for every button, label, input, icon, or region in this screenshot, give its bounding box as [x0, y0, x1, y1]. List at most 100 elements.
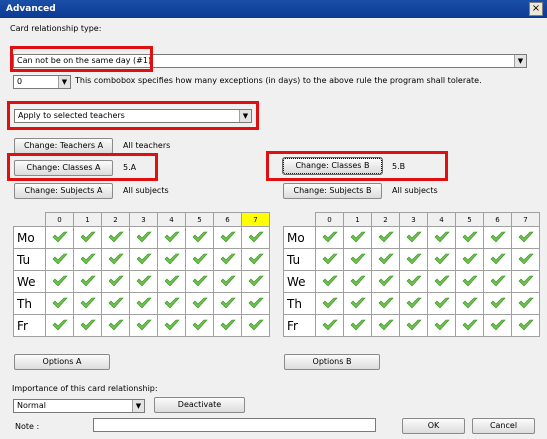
grid-cell[interactable] — [371, 226, 400, 249]
grid-cell[interactable] — [45, 248, 74, 271]
grid-cell[interactable] — [483, 248, 512, 271]
period-header[interactable]: 4 — [427, 212, 456, 227]
grid-cell[interactable] — [73, 292, 102, 315]
period-header[interactable]: 3 — [129, 212, 158, 227]
grid-cell[interactable] — [45, 270, 74, 293]
day-header[interactable]: Mo — [283, 226, 316, 249]
grid-cell[interactable] — [315, 226, 344, 249]
grid-cell[interactable] — [213, 248, 242, 271]
grid-cell[interactable] — [241, 270, 270, 293]
grid-cell[interactable] — [315, 292, 344, 315]
grid-cell[interactable] — [343, 226, 372, 249]
grid-cell[interactable] — [213, 292, 242, 315]
grid-cell[interactable] — [371, 292, 400, 315]
grid-cell[interactable] — [427, 314, 456, 337]
grid-cell[interactable] — [455, 248, 484, 271]
grid-cell[interactable] — [511, 314, 540, 337]
period-header[interactable]: 2 — [371, 212, 400, 227]
grid-cell[interactable] — [73, 270, 102, 293]
period-header[interactable]: 7 — [511, 212, 540, 227]
grid-cell[interactable] — [427, 248, 456, 271]
grid-cell[interactable] — [129, 248, 158, 271]
grid-cell[interactable] — [45, 314, 74, 337]
options-b-button[interactable]: Options B — [284, 354, 380, 370]
grid-cell[interactable] — [101, 292, 130, 315]
grid-cell[interactable] — [343, 292, 372, 315]
period-header[interactable]: 5 — [455, 212, 484, 227]
grid-cell[interactable] — [185, 226, 214, 249]
grid-cell[interactable] — [129, 292, 158, 315]
day-header[interactable]: Fr — [283, 314, 316, 337]
grid-cell[interactable] — [157, 314, 186, 337]
period-header[interactable]: 4 — [157, 212, 186, 227]
change-subjects-a-button[interactable]: Change: Subjects A — [14, 183, 113, 199]
grid-cell[interactable] — [241, 248, 270, 271]
grid-cell[interactable] — [511, 292, 540, 315]
change-subjects-b-button[interactable]: Change: Subjects B — [283, 183, 382, 199]
grid-cell[interactable] — [511, 248, 540, 271]
grid-cell[interactable] — [455, 292, 484, 315]
day-header[interactable]: Th — [13, 292, 46, 315]
grid-cell[interactable] — [157, 226, 186, 249]
grid-cell[interactable] — [511, 226, 540, 249]
period-header[interactable]: 3 — [399, 212, 428, 227]
note-input[interactable] — [93, 418, 376, 432]
ok-button[interactable]: OK — [402, 418, 465, 434]
grid-cell[interactable] — [371, 314, 400, 337]
grid-cell[interactable] — [185, 270, 214, 293]
grid-cell[interactable] — [399, 226, 428, 249]
grid-cell[interactable] — [483, 226, 512, 249]
grid-cell[interactable] — [399, 292, 428, 315]
options-a-button[interactable]: Options A — [14, 354, 110, 370]
grid-cell[interactable] — [343, 248, 372, 271]
grid-cell[interactable] — [343, 270, 372, 293]
grid-cell[interactable] — [315, 314, 344, 337]
grid-cell[interactable] — [101, 226, 130, 249]
grid-cell[interactable] — [483, 270, 512, 293]
grid-cell[interactable] — [185, 248, 214, 271]
period-header[interactable]: 2 — [101, 212, 130, 227]
grid-cell[interactable] — [157, 248, 186, 271]
grid-cell[interactable] — [185, 314, 214, 337]
period-header[interactable]: 6 — [213, 212, 242, 227]
grid-cell[interactable] — [399, 314, 428, 337]
grid-cell[interactable] — [315, 248, 344, 271]
grid-cell[interactable] — [427, 270, 456, 293]
grid-cell[interactable] — [45, 292, 74, 315]
grid-cell[interactable] — [399, 248, 428, 271]
grid-cell[interactable] — [455, 314, 484, 337]
grid-cell[interactable] — [73, 226, 102, 249]
day-header[interactable]: Th — [283, 292, 316, 315]
grid-cell[interactable] — [129, 314, 158, 337]
grid-cell[interactable] — [213, 226, 242, 249]
day-header[interactable]: We — [283, 270, 316, 293]
period-header[interactable]: 1 — [343, 212, 372, 227]
period-header[interactable]: 7 — [241, 212, 270, 227]
grid-cell[interactable] — [213, 270, 242, 293]
grid-cell[interactable] — [427, 226, 456, 249]
grid-cell[interactable] — [371, 248, 400, 271]
grid-cell[interactable] — [101, 270, 130, 293]
grid-cell[interactable] — [315, 270, 344, 293]
grid-cell[interactable] — [73, 248, 102, 271]
grid-cell[interactable] — [483, 314, 512, 337]
change-teachers-a-button[interactable]: Change: Teachers A — [14, 138, 113, 154]
grid-cell[interactable] — [101, 248, 130, 271]
grid-cell[interactable] — [241, 292, 270, 315]
grid-cell[interactable] — [241, 226, 270, 249]
grid-cell[interactable] — [157, 270, 186, 293]
exceptions-combobox[interactable]: 0 ▼ — [13, 75, 71, 89]
grid-cell[interactable] — [455, 226, 484, 249]
period-header[interactable]: 6 — [483, 212, 512, 227]
day-header[interactable]: Tu — [283, 248, 316, 271]
grid-cell[interactable] — [399, 270, 428, 293]
grid-cell[interactable] — [343, 314, 372, 337]
deactivate-button[interactable]: Deactivate — [154, 397, 245, 413]
grid-cell[interactable] — [511, 270, 540, 293]
grid-cell[interactable] — [483, 292, 512, 315]
grid-cell[interactable] — [45, 226, 74, 249]
period-header[interactable]: 0 — [315, 212, 344, 227]
grid-cell[interactable] — [213, 314, 242, 337]
period-header[interactable]: 0 — [45, 212, 74, 227]
close-button[interactable]: × — [529, 2, 543, 16]
